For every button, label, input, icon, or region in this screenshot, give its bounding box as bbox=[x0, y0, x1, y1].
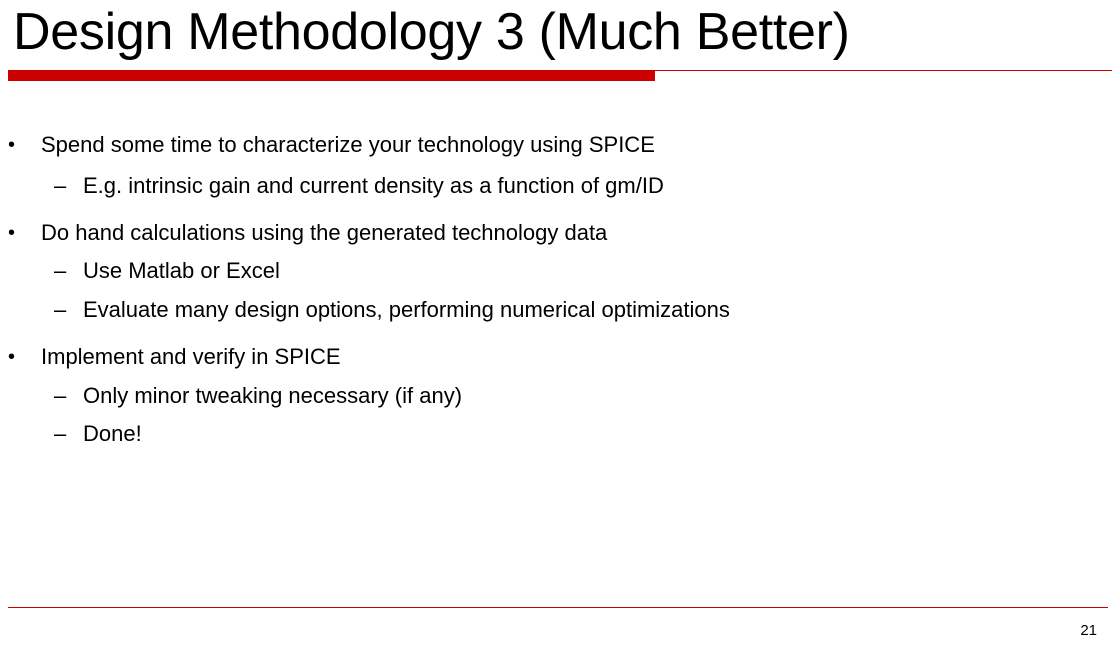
sub-bullet-dash: – bbox=[54, 258, 67, 283]
sub-bullet-dash: – bbox=[54, 421, 67, 446]
bullet-dot: • bbox=[8, 222, 16, 244]
sub-bullet-text: Evaluate many design options, performing… bbox=[83, 297, 730, 322]
bullet-dot: • bbox=[8, 134, 16, 156]
bullet-dot: • bbox=[8, 346, 16, 368]
sub-bullet-dash: – bbox=[54, 173, 67, 198]
sub-bullet-text: Use Matlab or Excel bbox=[83, 258, 280, 283]
sub-bullet-dash: – bbox=[54, 297, 67, 322]
sub-bullet-dash: – bbox=[54, 383, 67, 408]
bullet-text: Spend some time to characterize your tec… bbox=[41, 132, 655, 157]
bullet-text: Implement and verify in SPICE bbox=[41, 344, 341, 369]
slide-title: Design Methodology 3 (Much Better) bbox=[13, 3, 850, 61]
page-number: 21 bbox=[1080, 622, 1097, 639]
footer-divider bbox=[8, 607, 1108, 608]
title-underline-thin bbox=[655, 70, 1112, 71]
bullet-text: Do hand calculations using the generated… bbox=[41, 220, 608, 245]
sub-bullet-text: Done! bbox=[83, 421, 142, 446]
title-underline-thick bbox=[8, 70, 655, 81]
sub-bullet-text: Only minor tweaking necessary (if any) bbox=[83, 383, 463, 408]
sub-bullet-text: E.g. intrinsic gain and current density … bbox=[83, 173, 664, 198]
